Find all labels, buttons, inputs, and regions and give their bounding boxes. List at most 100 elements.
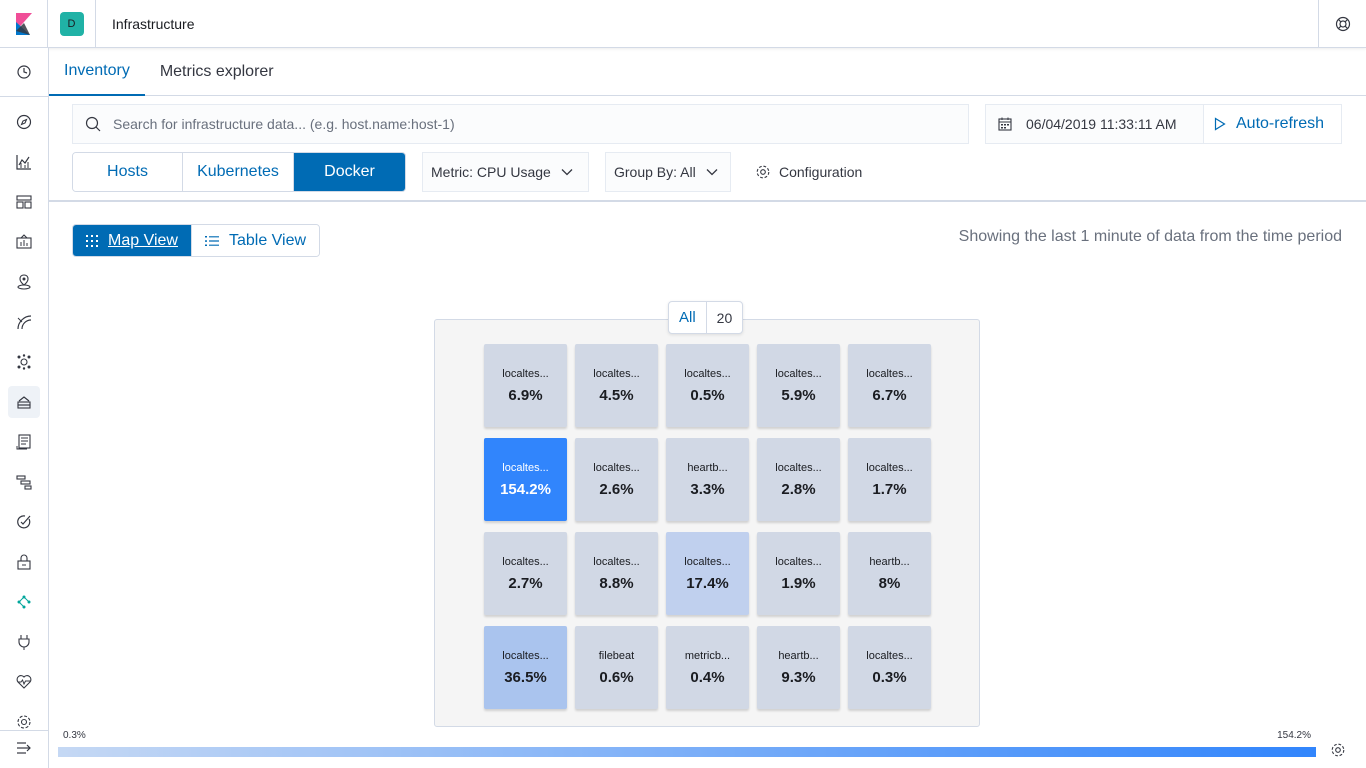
node-tile[interactable]: localtes... 4.5% bbox=[575, 344, 658, 427]
metric-dropdown[interactable]: Metric: CPU Usage bbox=[422, 152, 589, 192]
node-tile[interactable]: localtes... 36.5% bbox=[484, 626, 567, 709]
legend-min-label: 0.3% bbox=[63, 730, 86, 741]
search-input[interactable]: Search for infrastructure data... (e.g. … bbox=[72, 104, 969, 144]
node-tile[interactable]: heartb... 9.3% bbox=[757, 626, 840, 709]
gear-icon bbox=[1331, 743, 1345, 757]
node-tile[interactable]: localtes... 0.3% bbox=[848, 626, 931, 709]
node-value: 5.9% bbox=[781, 386, 816, 404]
node-tile[interactable]: localtes... 1.9% bbox=[757, 532, 840, 615]
node-name: localtes... bbox=[684, 367, 731, 380]
node-value: 4.5% bbox=[599, 386, 634, 404]
node-tile[interactable]: localtes... 6.9% bbox=[484, 344, 567, 427]
node-value: 9.3% bbox=[781, 668, 816, 686]
node-tile[interactable]: localtes... 0.5% bbox=[666, 344, 749, 427]
tab-metrics-explorer[interactable]: Metrics explorer bbox=[145, 48, 289, 96]
infrastructure-icon bbox=[17, 396, 31, 409]
legend-max-label: 154.2% bbox=[1277, 730, 1311, 741]
node-tile[interactable]: localtes... 2.6% bbox=[575, 438, 658, 521]
logs-icon bbox=[16, 434, 31, 450]
nav-heartbeat[interactable] bbox=[8, 666, 40, 698]
node-name: localtes... bbox=[866, 649, 913, 662]
dashboard-icon bbox=[16, 195, 32, 209]
node-tile[interactable]: localtes... 8.8% bbox=[575, 532, 658, 615]
nav-siem[interactable] bbox=[8, 546, 40, 578]
nav-maps[interactable] bbox=[8, 266, 40, 298]
table-view-button[interactable]: Table View bbox=[191, 225, 320, 256]
nav-divider-bottom bbox=[0, 730, 48, 731]
node-tile[interactable]: localtes... 2.7% bbox=[484, 532, 567, 615]
help-button[interactable] bbox=[1318, 0, 1366, 48]
node-value: 0.5% bbox=[690, 386, 725, 404]
docker-button[interactable]: Docker bbox=[294, 153, 405, 191]
nav-canvas[interactable] bbox=[8, 226, 40, 258]
list-icon bbox=[204, 235, 219, 246]
siem-icon bbox=[17, 554, 31, 570]
node-tile[interactable]: localtes... 2.8% bbox=[757, 438, 840, 521]
visualize-icon bbox=[16, 155, 31, 170]
legend-options-button[interactable] bbox=[1330, 742, 1346, 763]
node-value: 0.4% bbox=[690, 668, 725, 686]
nav-graph[interactable] bbox=[8, 346, 40, 378]
heartbeat-icon bbox=[16, 675, 32, 689]
configuration-button[interactable]: Configuration bbox=[755, 152, 862, 192]
clock-icon bbox=[17, 65, 31, 79]
node-tile[interactable]: metricb... 0.4% bbox=[666, 626, 749, 709]
nav-apm[interactable] bbox=[8, 466, 40, 498]
node-name: heartb... bbox=[869, 555, 910, 568]
nav-logs[interactable] bbox=[8, 426, 40, 458]
node-tile[interactable]: localtes... 1.7% bbox=[848, 438, 931, 521]
node-tile[interactable]: localtes... 17.4% bbox=[666, 532, 749, 615]
metric-dropdown-label: Metric: CPU Usage bbox=[431, 164, 551, 180]
nav-discover[interactable] bbox=[8, 106, 40, 138]
auto-refresh-label: Auto-refresh bbox=[1236, 115, 1325, 132]
calendar-icon bbox=[998, 117, 1012, 131]
nav-devtools[interactable] bbox=[8, 586, 40, 618]
kubernetes-button[interactable]: Kubernetes bbox=[183, 153, 294, 191]
groupby-dropdown[interactable]: Group By: All bbox=[605, 152, 731, 192]
top-header: D Infrastructure bbox=[0, 0, 1366, 48]
kibana-logo[interactable] bbox=[0, 0, 48, 48]
chevron-down-icon bbox=[561, 169, 573, 176]
nav-monitoring[interactable] bbox=[8, 626, 40, 658]
nav-dashboard[interactable] bbox=[8, 186, 40, 218]
search-placeholder: Search for infrastructure data... (e.g. … bbox=[113, 116, 455, 132]
nav-recent[interactable] bbox=[8, 56, 40, 88]
groupby-dropdown-label: Group By: All bbox=[614, 164, 696, 180]
node-tile[interactable]: heartb... 8% bbox=[848, 532, 931, 615]
tab-inventory[interactable]: Inventory bbox=[49, 48, 145, 96]
view-toggle: Map View Table View bbox=[72, 224, 321, 257]
play-icon bbox=[1214, 117, 1226, 131]
ml-icon bbox=[17, 315, 32, 330]
node-name: localtes... bbox=[502, 367, 549, 380]
node-tile[interactable]: heartb... 3.3% bbox=[666, 438, 749, 521]
auto-refresh-button[interactable]: Auto-refresh bbox=[1204, 105, 1341, 143]
space-avatar[interactable]: D bbox=[59, 11, 84, 36]
configuration-label: Configuration bbox=[779, 164, 863, 180]
canvas-icon bbox=[16, 234, 32, 249]
node-name: heartb... bbox=[778, 649, 819, 662]
kibana-logo-icon bbox=[15, 12, 32, 35]
chevron-down-icon bbox=[706, 169, 718, 176]
group-name-button[interactable]: All bbox=[669, 302, 707, 333]
node-tile[interactable]: localtes... 154.2% bbox=[484, 438, 567, 521]
nav-collapse[interactable] bbox=[8, 732, 40, 764]
node-tile[interactable]: filebeat 0.6% bbox=[575, 626, 658, 709]
nav-ml[interactable] bbox=[8, 306, 40, 338]
node-value: 6.7% bbox=[872, 386, 907, 404]
map-view-button[interactable]: Map View bbox=[73, 225, 192, 256]
monitoring-icon bbox=[18, 635, 30, 650]
compass-icon bbox=[16, 114, 32, 130]
node-name: metricb... bbox=[684, 649, 731, 662]
space-selector[interactable]: D bbox=[48, 0, 96, 48]
node-value: 36.5% bbox=[504, 668, 547, 686]
nav-uptime[interactable] bbox=[8, 506, 40, 538]
node-name: localtes... bbox=[866, 367, 913, 380]
node-name: localtes... bbox=[775, 461, 822, 474]
node-tile[interactable]: localtes... 6.7% bbox=[848, 344, 931, 427]
nav-infrastructure[interactable] bbox=[8, 386, 40, 418]
node-value: 2.8% bbox=[781, 480, 816, 498]
nav-visualize[interactable] bbox=[8, 146, 40, 178]
node-tile[interactable]: localtes... 5.9% bbox=[757, 344, 840, 427]
hosts-button[interactable]: Hosts bbox=[73, 153, 183, 191]
date-display[interactable]: 06/04/2019 11:33:11 AM bbox=[986, 105, 1204, 143]
